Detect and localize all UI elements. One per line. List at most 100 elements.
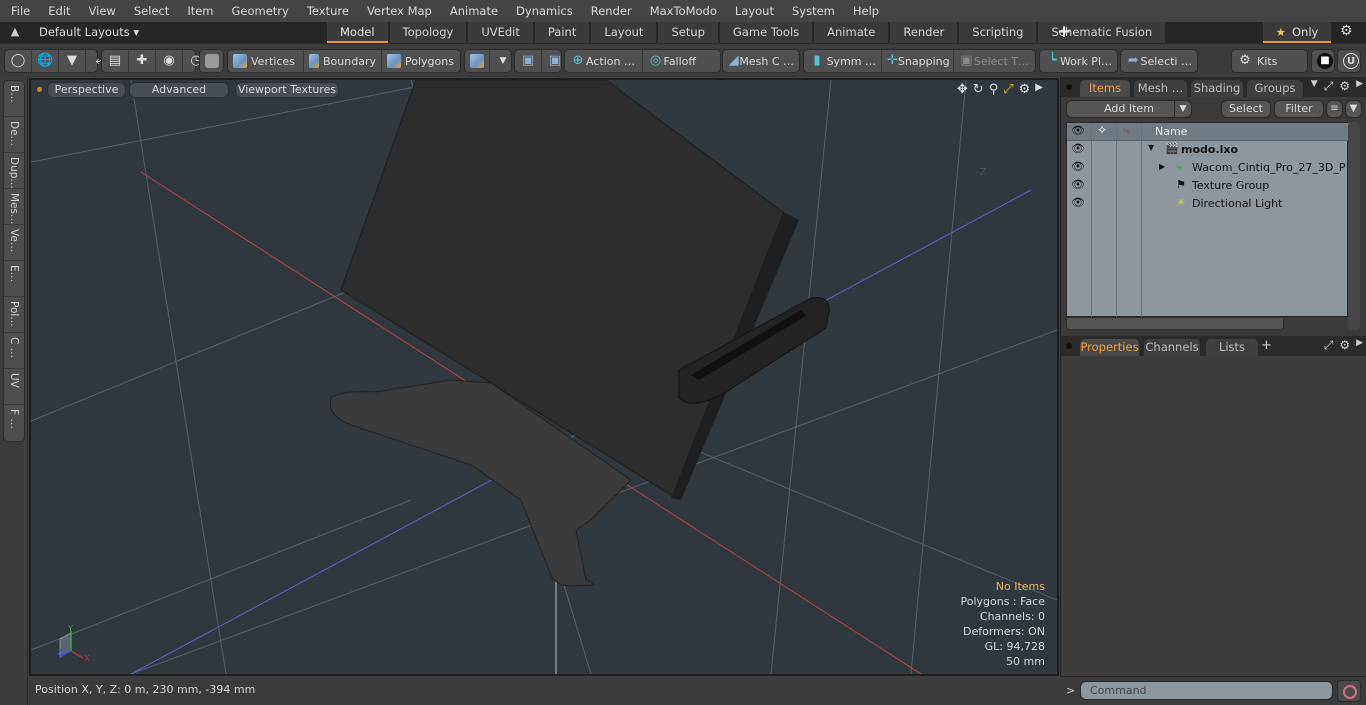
snapping-button[interactable]: ✛ Snapping (882, 50, 954, 72)
3d-viewport[interactable]: -Z Perspective Advanced Viewport Texture… (29, 78, 1059, 676)
selection-sets-button[interactable]: ➦ Selecti … (1121, 50, 1197, 72)
item-list-vertical-scrollbar[interactable] (1348, 122, 1360, 330)
left-tab-polygon[interactable]: Pol… (4, 297, 24, 333)
wacom-cintiq-model[interactable] (329, 80, 830, 587)
item-row-scene[interactable]: 👁 ▼ 🎬 modo.lxo (1067, 141, 1349, 159)
panel-gear-icon[interactable]: ⚙ (1339, 79, 1350, 94)
tab-layout[interactable]: Layout (591, 22, 657, 43)
unreal-button[interactable]: U (1338, 50, 1364, 72)
visibility-eye-icon[interactable]: 👁 (1071, 178, 1085, 191)
pen-button[interactable]: ▼ (59, 50, 86, 72)
command-input[interactable] (1080, 681, 1333, 700)
shading-mode-button[interactable]: Advanced (129, 82, 229, 98)
list-options-button[interactable]: ≡ (1326, 100, 1343, 118)
tab-properties[interactable]: Properties (1080, 339, 1139, 356)
viewport-textures-button[interactable]: Viewport Textures (235, 82, 339, 98)
menu-select[interactable]: Select (125, 0, 178, 22)
item-list[interactable]: 👁 ✧ ⤷ Name 👁 ▼ 🎬 modo.lxo 👁 ▶ ⤷ Wacom_Ci… (1066, 122, 1360, 318)
tab-animate[interactable]: Animate (814, 22, 889, 43)
viewport-settings-gear-icon[interactable]: ⚙ (1019, 82, 1031, 97)
menu-help[interactable]: Help (844, 0, 888, 22)
tab-scripting[interactable]: Scripting (959, 22, 1037, 43)
item-row-texture-group[interactable]: 👁 ⚑ Texture Group (1067, 177, 1349, 195)
item-row-light[interactable]: 👁 ☀ Directional Light (1067, 195, 1349, 213)
left-tab-edge[interactable]: E… (4, 261, 24, 297)
select-through-button[interactable]: ▣ Select T… (954, 50, 1034, 72)
menu-vertex-map[interactable]: Vertex Map (358, 0, 441, 22)
item-row-mesh[interactable]: 👁 ▶ ⤷ Wacom_Cintiq_Pro_27_3D_P … (1067, 159, 1360, 177)
menu-view[interactable]: View (80, 0, 125, 22)
globe-button[interactable]: 🌐 (32, 50, 59, 72)
zoom-icon[interactable]: ⚲ (989, 82, 999, 97)
circle-select-button[interactable]: ◯ (5, 50, 32, 72)
collapse-arrow-icon[interactable]: ▶ (1159, 162, 1165, 171)
left-tab-curve[interactable]: C … (4, 333, 24, 369)
material-mode-button[interactable] (465, 50, 490, 72)
viewport-scene[interactable]: -Z (31, 80, 1057, 674)
menu-texture[interactable]: Texture (298, 0, 358, 22)
action-center-auto-button[interactable]: ▣ (515, 50, 542, 72)
left-tab-vertex[interactable]: Ve… (4, 225, 24, 261)
left-tab-basic[interactable]: B… (4, 81, 24, 117)
visibility-column-eye-icon[interactable]: 👁 (1071, 124, 1085, 137)
view-mode-button[interactable]: Perspective (47, 82, 126, 98)
tab-model[interactable]: Model (327, 22, 388, 43)
tab-game-tools[interactable]: Game Tools (719, 22, 813, 43)
tab-channels[interactable]: Channels (1144, 339, 1200, 356)
item-list-horizontal-scrollbar[interactable] (1066, 317, 1284, 330)
left-tab-fusion[interactable]: F … (4, 405, 24, 441)
cross-button[interactable]: ✚ (129, 50, 156, 72)
left-tab-deform[interactable]: De… (4, 117, 24, 153)
filter-funnel-icon[interactable]: ▼ (1345, 100, 1362, 118)
menu-maxtomodo[interactable]: MaxToModo (641, 0, 726, 22)
falloff-button[interactable]: ◎ Falloff (643, 50, 721, 72)
tab-setup[interactable]: Setup (658, 22, 718, 43)
left-tab-duplicate[interactable]: Dup… (4, 153, 24, 189)
only-toggle[interactable]: ★ Only (1263, 22, 1331, 43)
menu-geometry[interactable]: Geometry (223, 0, 298, 22)
unity-button[interactable]: ■ (1312, 50, 1338, 72)
tab-items[interactable]: Items (1080, 80, 1130, 97)
tab-topology[interactable]: Topology (389, 22, 467, 43)
viewport-expand-arrow-icon[interactable]: ▶ (1035, 82, 1043, 97)
lock-column-icon[interactable]: ✧ (1097, 123, 1107, 137)
polygons-mode-button[interactable]: Polygons (382, 50, 460, 72)
left-tab-uv[interactable]: UV (4, 369, 24, 405)
select-button[interactable]: Select (1221, 100, 1271, 118)
panel-arrow-icon[interactable]: ▶ (1356, 338, 1363, 353)
action-button[interactable]: ⊕ Action … (565, 50, 643, 72)
material-mode-dropdown[interactable]: ▼ (490, 50, 516, 72)
add-item-dropdown[interactable]: ▼ (1174, 100, 1192, 118)
item-mode-button[interactable] (200, 50, 224, 72)
stack-button[interactable]: ▤ (102, 50, 129, 72)
tabs-dropdown-icon[interactable]: ▼ (1311, 79, 1318, 94)
filter-button[interactable]: Filter (1274, 100, 1324, 118)
boundary-mode-button[interactable]: Boundary (304, 50, 382, 72)
pan-icon[interactable]: ✥ (957, 82, 968, 97)
tab-shading[interactable]: Shading (1191, 80, 1243, 97)
menu-system[interactable]: System (783, 0, 844, 22)
menu-animate[interactable]: Animate (441, 0, 507, 22)
panel-gear-icon[interactable]: ⚙ (1339, 338, 1350, 353)
menu-file[interactable]: File (0, 0, 39, 22)
visibility-eye-icon[interactable]: 👁 (1071, 160, 1085, 173)
work-plane-button[interactable]: ┕ Work Pl… (1040, 50, 1117, 72)
tab-render[interactable]: Render (890, 22, 958, 43)
menu-item[interactable]: Item (178, 0, 222, 22)
visibility-eye-icon[interactable]: 👁 (1071, 196, 1085, 209)
symmetry-button[interactable]: ▮ Symm … (804, 50, 882, 72)
menu-layout[interactable]: Layout (726, 0, 783, 22)
tab-mesh[interactable]: Mesh … (1134, 80, 1187, 97)
layouts-dropdown[interactable]: Default Layouts ▾ (39, 22, 139, 43)
tab-paint[interactable]: Paint (534, 22, 590, 43)
menu-dynamics[interactable]: Dynamics (507, 0, 582, 22)
add-properties-tab-button[interactable]: + (1261, 338, 1272, 353)
add-layout-tab-button[interactable]: + (1057, 22, 1071, 42)
layout-settings-gear-icon[interactable]: ⚙ (1340, 23, 1353, 39)
visibility-eye-icon[interactable]: 👁 (1071, 142, 1085, 155)
kits-button[interactable]: ⚙ Kits (1232, 50, 1307, 72)
expand-arrow-icon[interactable]: ▼ (1148, 143, 1154, 152)
left-tab-mesh-edit[interactable]: Mes… (4, 189, 24, 225)
tab-groups[interactable]: Groups (1247, 80, 1303, 97)
panel-maximize-icon[interactable]: ⤢ (1324, 79, 1334, 94)
